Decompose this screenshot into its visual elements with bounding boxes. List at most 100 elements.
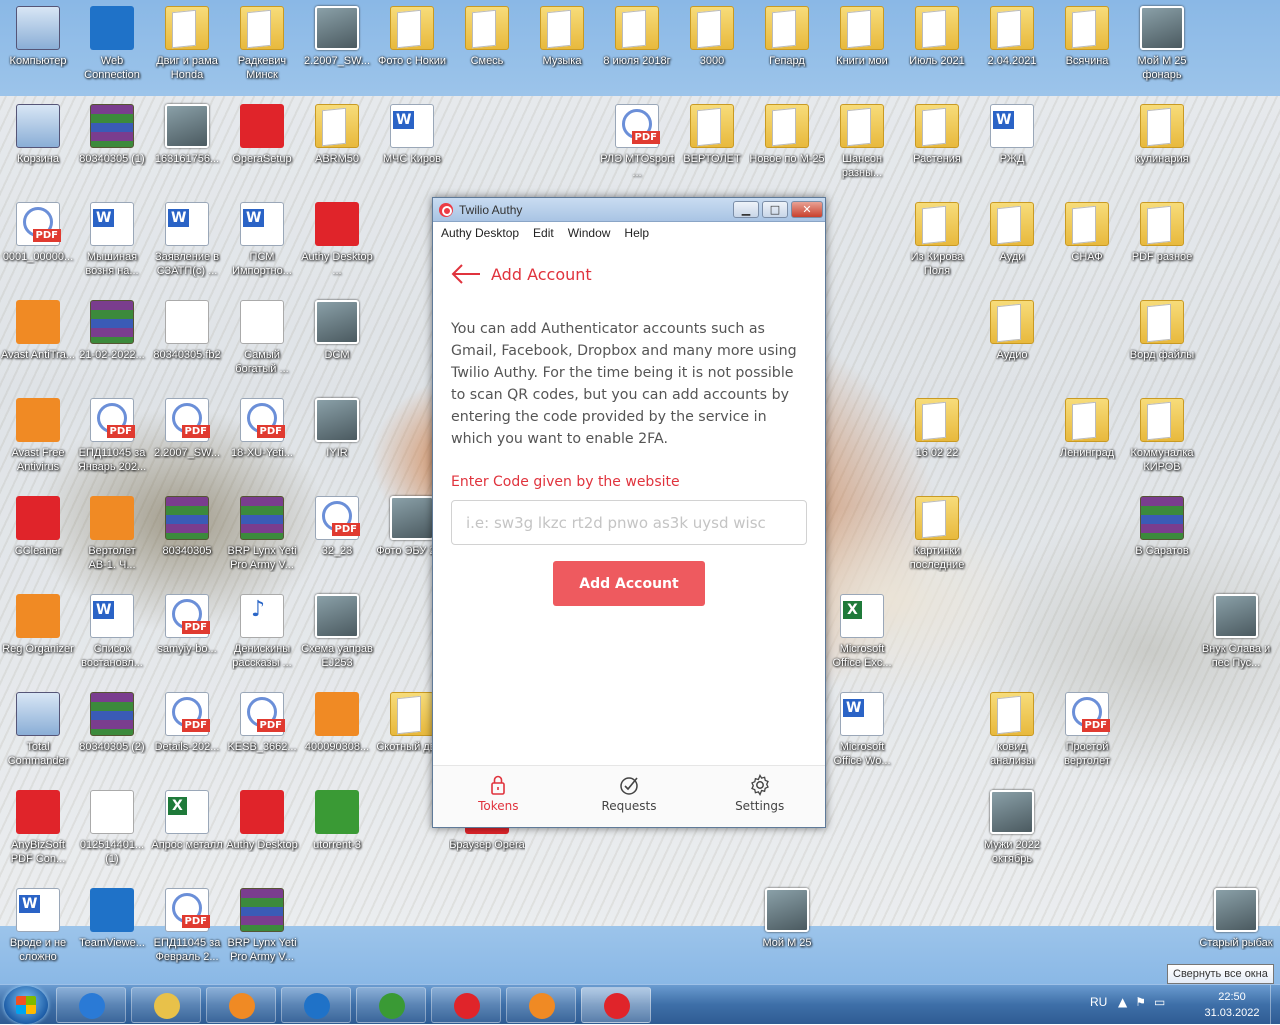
taskbar-internet-explorer-button[interactable] (56, 987, 126, 1023)
desktop-icon[interactable]: Радкевич Минск (224, 6, 300, 82)
desktop-icon[interactable]: Microsoft Office Exc... (824, 594, 900, 670)
minimize-button[interactable]: ▁ (733, 201, 759, 218)
taskbar-media-player-button[interactable] (206, 987, 276, 1023)
desktop-icon[interactable]: ABRM50 (299, 104, 375, 166)
desktop-icon[interactable]: 80340305.fb2 (149, 300, 225, 362)
code-input[interactable] (451, 500, 807, 545)
desktop-icon[interactable]: ВЕРТОЛЕТ (674, 104, 750, 166)
back-arrow-icon[interactable] (451, 264, 481, 284)
desktop-icon[interactable]: 18-XU-Yeti... (224, 398, 300, 460)
desktop-icon[interactable]: Шансон разны... (824, 104, 900, 180)
show-desktop-button[interactable] (1270, 985, 1280, 1025)
desktop-icon[interactable]: Картинки последние (899, 496, 975, 572)
desktop-icon[interactable]: Фото с Нокии (374, 6, 450, 68)
clock[interactable]: 22:50 31.03.2022 (1196, 989, 1268, 1021)
taskbar-teamviewer-button[interactable] (281, 987, 351, 1023)
desktop-icon[interactable]: Новое по М-25 (749, 104, 825, 166)
desktop-icon[interactable]: PDF разное (1124, 202, 1200, 264)
desktop-icon[interactable]: Мышиная возня на... (74, 202, 150, 278)
menu-window[interactable]: Window (568, 226, 611, 240)
desktop-icon[interactable]: samyiy-bo... (149, 594, 225, 656)
desktop-icon[interactable]: utorrent-3 (299, 790, 375, 852)
taskbar-opera-button[interactable] (431, 987, 501, 1023)
desktop-icon[interactable]: МЧС Киров (374, 104, 450, 166)
desktop-icon[interactable]: 3000 (674, 6, 750, 68)
desktop-icon[interactable]: 2.2007_SW... (149, 398, 225, 460)
desktop-icon[interactable]: 0001_00000... (0, 202, 76, 264)
tab-requests[interactable]: Requests (564, 766, 695, 827)
taskbar-authy-button[interactable] (581, 987, 651, 1023)
desktop-icon[interactable]: 2.2007_SW... (299, 6, 375, 68)
desktop-icon[interactable]: 163161756... (149, 104, 225, 166)
desktop-icon[interactable]: Простой вертолет (1049, 692, 1125, 768)
desktop-icon[interactable]: OperaSetup (224, 104, 300, 166)
desktop-icon[interactable]: РЖД (974, 104, 1050, 166)
desktop-icon[interactable]: Мужи 2022 октябрь (974, 790, 1050, 866)
desktop-icon[interactable]: Web Connection (74, 6, 150, 82)
desktop-icon[interactable]: TeamViewe... (74, 888, 150, 950)
desktop-icon[interactable]: Мой М 25 (749, 888, 825, 950)
desktop-icon[interactable]: 16 02 22 (899, 398, 975, 460)
desktop-icon[interactable]: Двиг и рама Honda (149, 6, 225, 82)
desktop-icon[interactable]: ЕПД11045 за Февраль 2... (149, 888, 225, 964)
tray-icons[interactable]: ▲⚑▭ (1118, 995, 1173, 1009)
desktop-icon[interactable]: Microsoft Office Wo... (824, 692, 900, 768)
desktop-icon[interactable]: Мой М 25 фонарь (1124, 6, 1200, 82)
desktop-icon[interactable]: кулинария (1124, 104, 1200, 166)
start-button[interactable] (4, 986, 48, 1024)
desktop-icon[interactable]: Самый богатый ... (224, 300, 300, 376)
desktop-icon[interactable]: 80340305 (149, 496, 225, 558)
desktop-icon[interactable]: Денискины рассказы ... (224, 594, 300, 670)
desktop-icon[interactable]: Гепард (749, 6, 825, 68)
desktop-icon[interactable]: CCleaner (0, 496, 76, 558)
maximize-button[interactable]: □ (762, 201, 788, 218)
desktop-icon[interactable]: 80340305 (2) (74, 692, 150, 754)
desktop-icon[interactable]: РЛЭ MTOsport ... (599, 104, 675, 180)
desktop-icon[interactable]: Authy Desktop (224, 790, 300, 852)
desktop-icon[interactable]: 012514401... (1) (74, 790, 150, 866)
desktop-icon[interactable]: Растения (899, 104, 975, 166)
desktop-icon[interactable]: Details-202... (149, 692, 225, 754)
desktop-icon[interactable]: AnyBizSoft PDF Con... (0, 790, 76, 866)
taskbar-file-explorer-button[interactable] (131, 987, 201, 1023)
desktop-icon[interactable]: ПСМ Импортно... (224, 202, 300, 278)
desktop-icon[interactable]: 400090308... (299, 692, 375, 754)
menu-help[interactable]: Help (624, 226, 649, 240)
title-bar[interactable]: Twilio Authy ▁ □ ✕ (433, 198, 825, 222)
desktop-icon[interactable]: 21-02-2022... (74, 300, 150, 362)
desktop-icon[interactable]: Музыка (524, 6, 600, 68)
desktop-icon[interactable]: Старый рыбак (1198, 888, 1274, 950)
desktop-icon[interactable]: Ауди (974, 202, 1050, 264)
desktop-icon[interactable]: ковид анализы (974, 692, 1050, 768)
desktop-icon[interactable]: Схема уаправ EJ253 (299, 594, 375, 670)
desktop-icon[interactable]: Аудио (974, 300, 1050, 362)
desktop-icon[interactable]: Avast Free Antivirus (0, 398, 76, 474)
desktop-icon[interactable]: ЕПД11045 за Январь 202... (74, 398, 150, 474)
desktop-icon[interactable]: Апрос металл (149, 790, 225, 852)
desktop-icon[interactable]: Книги мои (824, 6, 900, 68)
desktop-icon[interactable]: BRP Lynx Yeti Pro Army V... (224, 496, 300, 572)
desktop-icon[interactable]: 32_23 (299, 496, 375, 558)
desktop-icon[interactable]: Корзина (0, 104, 76, 166)
desktop-icon[interactable]: Ленинград (1049, 398, 1125, 460)
desktop-icon[interactable]: Компьютер (0, 6, 76, 68)
desktop-icon[interactable]: В Саратов (1124, 496, 1200, 558)
desktop-icon[interactable]: Внук Слава и пес Пус... (1198, 594, 1274, 670)
desktop-icon[interactable]: Ворд файлы (1124, 300, 1200, 362)
desktop-icon[interactable]: 80340305 (1) (74, 104, 150, 166)
desktop-icon[interactable]: Вроде и не сложно (0, 888, 76, 964)
menu-authy-desktop[interactable]: Authy Desktop (441, 226, 519, 240)
close-button[interactable]: ✕ (791, 201, 823, 218)
desktop-icon[interactable]: BRP Lynx Yeti Pro Army V... (224, 888, 300, 964)
desktop-icon[interactable]: 8 июля 2018г (599, 6, 675, 68)
desktop-icon[interactable]: Всячина (1049, 6, 1125, 68)
desktop-icon[interactable]: Список востановл... (74, 594, 150, 670)
desktop-icon[interactable]: KESB_3662... (224, 692, 300, 754)
taskbar-uc-browser-button[interactable] (506, 987, 576, 1023)
desktop-icon[interactable]: Из Кирова Поля (899, 202, 975, 278)
desktop-icon[interactable]: DCM (299, 300, 375, 362)
desktop-icon[interactable]: СНАФ (1049, 202, 1125, 264)
taskbar-utorrent-button[interactable] (356, 987, 426, 1023)
desktop-icon[interactable]: Коммуналка КИРОВ (1124, 398, 1200, 474)
desktop-icon[interactable]: Avast AntiTra... (0, 300, 76, 362)
